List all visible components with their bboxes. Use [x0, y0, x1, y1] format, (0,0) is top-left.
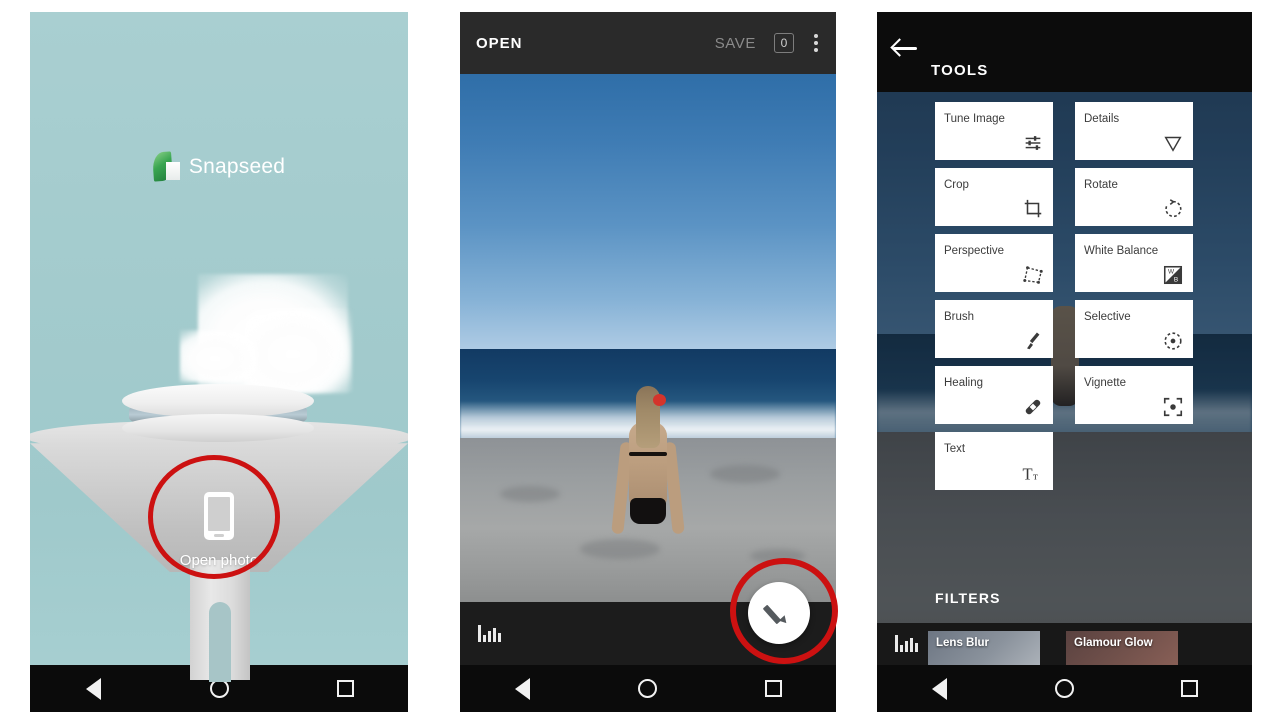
- svg-text:W: W: [1168, 269, 1175, 276]
- back-arrow-icon[interactable]: [893, 38, 917, 58]
- editor-photo-canvas[interactable]: [460, 74, 836, 602]
- phone-panel-editor: OPEN SAVE 0: [460, 12, 836, 712]
- open-photo-button[interactable]: Open photo: [30, 492, 408, 569]
- open-button[interactable]: OPEN: [476, 35, 523, 52]
- photo-sky: [460, 74, 836, 349]
- histogram-icon[interactable]: [895, 635, 918, 652]
- tools-title: TOOLS: [931, 62, 989, 79]
- filter-label: Lens Blur: [936, 637, 990, 649]
- android-navbar: [877, 665, 1252, 712]
- tool-card-brush[interactable]: Brush: [935, 300, 1053, 358]
- svg-text:B: B: [1174, 276, 1178, 283]
- tower-rim: [122, 414, 314, 442]
- selective-icon: [1162, 330, 1184, 352]
- vignette-icon: [1162, 396, 1184, 418]
- pencil-icon: [765, 599, 793, 627]
- tools-screen: TOOLS Tune Image Details Crop Rotate Per…: [877, 12, 1252, 712]
- tool-card-crop[interactable]: Crop: [935, 168, 1053, 226]
- nav-home-icon[interactable]: [635, 676, 661, 702]
- tool-label: Text: [944, 443, 966, 455]
- app-name: Snapseed: [188, 155, 286, 178]
- tool-card-text[interactable]: Text T т: [935, 432, 1053, 490]
- open-photo-label: Open photo: [179, 552, 259, 569]
- tool-card-rotate[interactable]: Rotate: [1075, 168, 1193, 226]
- cloud: [244, 308, 352, 392]
- nav-back-icon[interactable]: [927, 676, 953, 702]
- crop-icon: [1022, 198, 1044, 220]
- nav-recents-icon[interactable]: [332, 676, 358, 702]
- tools-topbar: TOOLS: [877, 12, 1252, 92]
- perspective-icon: [1022, 264, 1044, 286]
- tool-label: Perspective: [944, 245, 1005, 257]
- editor-topbar: OPEN SAVE 0: [460, 12, 836, 74]
- svg-text:T: T: [1022, 464, 1032, 483]
- svg-text:т: т: [1033, 470, 1038, 482]
- tower-roof-disc: [122, 384, 314, 418]
- screenshot-stage: Snapseed Open photo OPEN SAVE 0 TOOLS Tu…: [0, 0, 1280, 720]
- tool-label: Brush: [944, 311, 975, 323]
- filters-strip[interactable]: Lens Blur Glamour Glow: [877, 623, 1252, 671]
- tool-card-white-balance[interactable]: White Balance W B: [1075, 234, 1193, 292]
- tools-grid: Tune Image Details Crop Rotate Perspecti…: [935, 102, 1193, 490]
- tool-label: Vignette: [1084, 377, 1126, 389]
- android-navbar: [460, 665, 836, 712]
- snapseed-leaf-logo-icon: [151, 151, 180, 182]
- rotate-icon: [1162, 198, 1184, 220]
- tool-label: Selective: [1084, 311, 1131, 323]
- tool-label: Tune Image: [944, 113, 1005, 125]
- splash-screen: Snapseed Open photo: [30, 12, 408, 712]
- tool-card-tune-image[interactable]: Tune Image: [935, 102, 1053, 160]
- nav-back-icon[interactable]: [80, 676, 106, 702]
- nav-home-icon[interactable]: [1052, 676, 1078, 702]
- filter-label: Glamour Glow: [1074, 637, 1153, 649]
- tool-label: Rotate: [1084, 179, 1118, 191]
- nav-back-icon[interactable]: [510, 676, 536, 702]
- tool-card-vignette[interactable]: Vignette: [1075, 366, 1193, 424]
- nav-recents-icon[interactable]: [1177, 676, 1203, 702]
- filters-section-title: FILTERS: [935, 590, 1001, 606]
- tool-label: Crop: [944, 179, 969, 191]
- nav-recents-icon[interactable]: [760, 676, 786, 702]
- tool-card-details[interactable]: Details: [1075, 102, 1193, 160]
- tool-label: White Balance: [1084, 245, 1159, 257]
- tool-card-perspective[interactable]: Perspective: [935, 234, 1053, 292]
- editor-screen: OPEN SAVE 0: [460, 12, 836, 712]
- brush-icon: [1022, 330, 1044, 352]
- text-icon: T т: [1022, 462, 1044, 484]
- tool-card-selective[interactable]: Selective: [1075, 300, 1193, 358]
- edit-count-badge[interactable]: 0: [774, 33, 794, 53]
- app-brand: Snapseed: [30, 151, 408, 182]
- healing-icon: [1022, 396, 1044, 418]
- histogram-icon[interactable]: [478, 625, 501, 642]
- cloud: [180, 330, 258, 382]
- phone-panel-splash: Snapseed Open photo: [30, 12, 408, 712]
- tool-label: Details: [1084, 113, 1120, 125]
- white-balance-icon: W B: [1162, 264, 1184, 286]
- phone-panel-tools: TOOLS Tune Image Details Crop Rotate Per…: [877, 12, 1252, 712]
- triangle-down-icon: [1162, 132, 1184, 154]
- edit-fab-button[interactable]: [748, 582, 810, 644]
- photo-subject: [609, 385, 687, 602]
- tool-card-healing[interactable]: Healing: [935, 366, 1053, 424]
- tool-label: Healing: [944, 377, 983, 389]
- overflow-menu-icon[interactable]: [812, 32, 820, 54]
- save-button[interactable]: SAVE: [715, 35, 756, 52]
- phone-icon: [204, 492, 234, 540]
- sliders-icon: [1022, 132, 1044, 154]
- tower-arch: [209, 602, 231, 682]
